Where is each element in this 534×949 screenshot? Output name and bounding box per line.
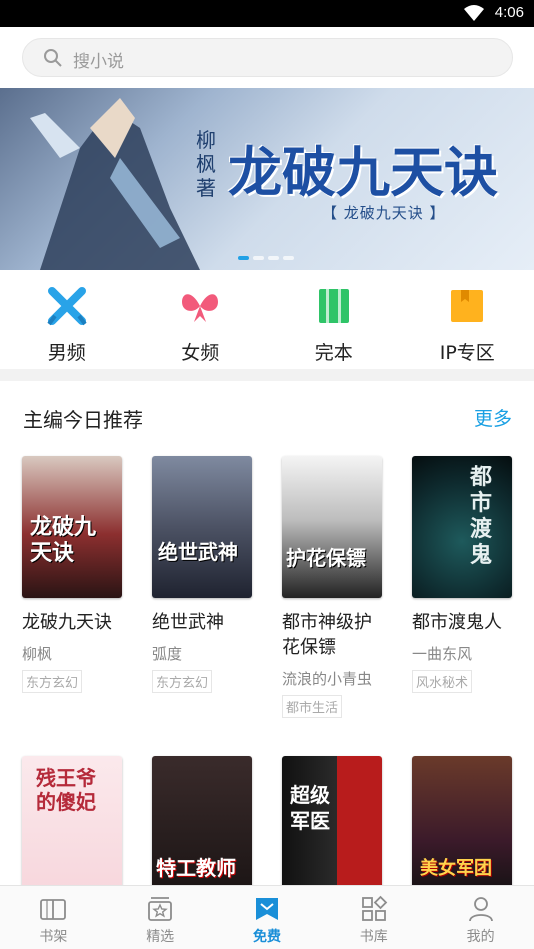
search-icon <box>44 49 62 67</box>
cover-title: 残王爷的傻妃 <box>36 766 96 814</box>
tab-label: 书架 <box>39 929 68 945</box>
book-cover: 残王爷的傻妃 <box>22 756 122 898</box>
book-genre-tag: 东方玄幻 <box>22 670 83 693</box>
book-title: 绝世武神 <box>152 612 224 633</box>
book-author: 流浪的小青虫 <box>282 670 373 688</box>
tab-bookshelf[interactable]: 书架 <box>0 886 107 949</box>
book-genre-tag: 风水秘术 <box>412 670 473 693</box>
book-genre-tag: 东方玄幻 <box>152 670 213 693</box>
cover-title: 都市渡鬼 <box>470 464 493 568</box>
book-title: 龙破九天诀 <box>22 612 112 633</box>
book-card[interactable]: 超级军医 <box>282 756 384 898</box>
section-divider <box>0 369 534 381</box>
book-cover: 绝世武神 <box>152 456 252 598</box>
category-label: 女频 <box>181 342 220 364</box>
book-author: 柳枫 <box>22 645 53 663</box>
tab-label: 我的 <box>466 929 495 945</box>
category-ip-zone[interactable]: IP专区 <box>401 282 534 368</box>
banner-artwork <box>30 98 200 270</box>
book-card[interactable]: 龙破九天诀 龙破九天诀 柳枫 东方玄幻 <box>22 456 124 693</box>
book-card[interactable]: 绝世武神 绝世武神 弧度 东方玄幻 <box>152 456 254 693</box>
category-label: 完本 <box>314 342 353 364</box>
book-card[interactable]: 残王爷的傻妃 <box>22 756 124 898</box>
tab-label: 书库 <box>359 929 388 945</box>
book-cover: 美女军团 <box>412 756 512 898</box>
cover-title: 超级军医 <box>290 783 330 833</box>
bookshelf-icon <box>40 899 67 920</box>
cover-title: 特工教师 <box>156 856 236 880</box>
featured-icon <box>148 897 173 921</box>
more-link[interactable]: 更多 <box>474 404 512 431</box>
book-card[interactable]: 美女军团 <box>412 756 514 898</box>
library-icon <box>361 895 388 921</box>
profile-icon <box>468 897 493 922</box>
banner-author: 柳枫著 <box>196 128 216 200</box>
category-female[interactable]: 女频 <box>134 282 268 368</box>
tab-profile[interactable]: 我的 <box>427 886 534 949</box>
category-completed[interactable]: 完本 <box>267 282 401 368</box>
book-title: 都市神级护花保镖 <box>282 612 372 658</box>
cover-title: 绝世武神 <box>158 540 238 564</box>
search-input[interactable]: 搜小说 <box>22 38 513 77</box>
book-cover: 都市渡鬼 <box>412 456 512 598</box>
book-cover: 超级军医 <box>282 756 382 898</box>
free-icon <box>255 898 278 920</box>
book-cover: 龙破九天诀 <box>22 456 122 598</box>
cover-title: 美女军团 <box>420 858 492 879</box>
cover-title: 护花保镖 <box>286 546 366 570</box>
cover-title: 龙破九天诀 <box>30 514 97 566</box>
category-row: 男频 女频 完本 IP专区 <box>0 282 534 368</box>
category-male[interactable]: 男频 <box>0 282 134 368</box>
tab-library[interactable]: 书库 <box>320 886 427 949</box>
book-genre-tag: 都市生活 <box>282 695 343 718</box>
category-label: IP专区 <box>439 342 495 364</box>
search-placeholder: 搜小说 <box>73 52 124 72</box>
book-card[interactable]: 特工教师 <box>152 756 254 898</box>
banner-title: 龙破九天诀 <box>228 140 498 204</box>
section-title: 主编今日推荐 <box>23 408 143 432</box>
book-author: 一曲东风 <box>412 645 473 663</box>
promo-banner[interactable]: 柳枫著 龙破九天诀 【 龙破九天诀 】 <box>0 88 534 270</box>
book-title: 都市渡鬼人 <box>412 612 502 633</box>
book-card[interactable]: 都市渡鬼 都市渡鬼人 一曲东风 风水秘术 <box>412 456 514 693</box>
book-cover: 特工教师 <box>152 756 252 898</box>
tab-featured[interactable]: 精选 <box>107 886 214 949</box>
wifi-icon <box>464 5 484 21</box>
tab-free[interactable]: 免费 <box>214 886 321 949</box>
tab-label: 免费 <box>252 929 281 945</box>
book-card[interactable]: 护花保镖 都市神级护花保镖 流浪的小青虫 都市生活 <box>282 456 384 718</box>
tab-label: 精选 <box>146 929 175 945</box>
completed-icon <box>318 289 349 323</box>
book-cover: 护花保镖 <box>282 456 382 598</box>
status-time: 4:06 <box>494 4 524 21</box>
ip-zone-icon <box>451 290 484 322</box>
status-bar: 4:06 <box>0 0 534 27</box>
male-channel-icon <box>47 287 87 326</box>
banner-pagination <box>238 256 294 260</box>
bottom-tab-bar: 书架 精选 免费 书库 我的 <box>0 885 534 949</box>
category-label: 男频 <box>47 342 86 364</box>
book-author: 弧度 <box>152 645 183 663</box>
female-channel-icon <box>182 294 219 322</box>
banner-subtitle: 【 龙破九天诀 】 <box>322 204 446 222</box>
